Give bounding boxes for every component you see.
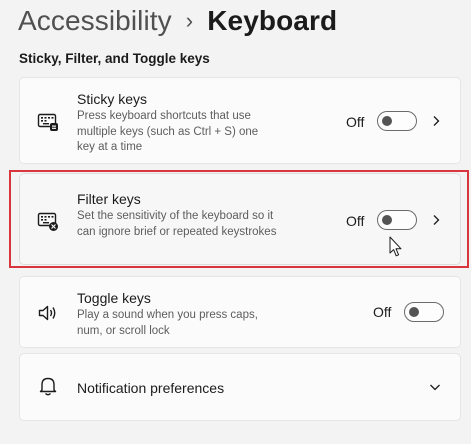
page-title: Keyboard [207, 5, 338, 36]
filter-keys-title: Filter keys [77, 191, 141, 207]
toggle-knob [409, 307, 419, 317]
notification-preferences-title: Notification preferences [77, 380, 225, 396]
toggle-keys-title: Toggle keys [77, 290, 151, 306]
notification-preferences-card[interactable]: Notification preferences [19, 353, 461, 421]
filter-keys-description: Set the sensitivity of the keyboard so i… [77, 210, 277, 238]
chevron-right-icon[interactable] [430, 115, 442, 127]
bell-icon [39, 377, 57, 396]
mouse-cursor-icon [389, 236, 402, 257]
speaker-icon [38, 305, 56, 321]
sticky-keys-state: Off [346, 114, 365, 130]
filter-keys-state: Off [346, 213, 365, 229]
filter-keys-toggle[interactable] [377, 210, 417, 230]
toggle-knob [382, 116, 392, 126]
toggle-keys-state: Off [373, 304, 392, 320]
toggle-knob [382, 215, 392, 225]
chevron-right-icon[interactable] [430, 214, 442, 226]
toggle-keys-description: Play a sound when you press caps, num, o… [77, 309, 258, 337]
toggle-keys-text: Toggle keys Play a sound when you press … [77, 289, 277, 339]
keyboard-filter-icon [37, 212, 58, 231]
breadcrumb: Accessibility › Keyboard [18, 2, 337, 40]
chevron-down-icon[interactable] [429, 381, 441, 393]
section-title: Sticky, Filter, and Toggle keys [19, 51, 210, 66]
breadcrumb-parent-accessibility[interactable]: Accessibility [18, 5, 172, 37]
sticky-keys-description: Press keyboard shortcuts that use multip… [77, 110, 259, 153]
sticky-keys-title: Sticky keys [77, 91, 148, 107]
keyboard-sticky-icon [37, 113, 58, 131]
sticky-keys-text: Sticky keys Press keyboard shortcuts tha… [77, 90, 277, 156]
breadcrumb-separator: › [185, 8, 194, 33]
sticky-keys-toggle[interactable] [377, 111, 417, 131]
sticky-keys-card[interactable]: Sticky keys Press keyboard shortcuts tha… [19, 77, 461, 164]
toggle-keys-card[interactable]: Toggle keys Play a sound when you press … [19, 276, 461, 348]
toggle-keys-toggle[interactable] [404, 302, 444, 322]
filter-keys-text: Filter keys Set the sensitivity of the k… [77, 190, 277, 240]
